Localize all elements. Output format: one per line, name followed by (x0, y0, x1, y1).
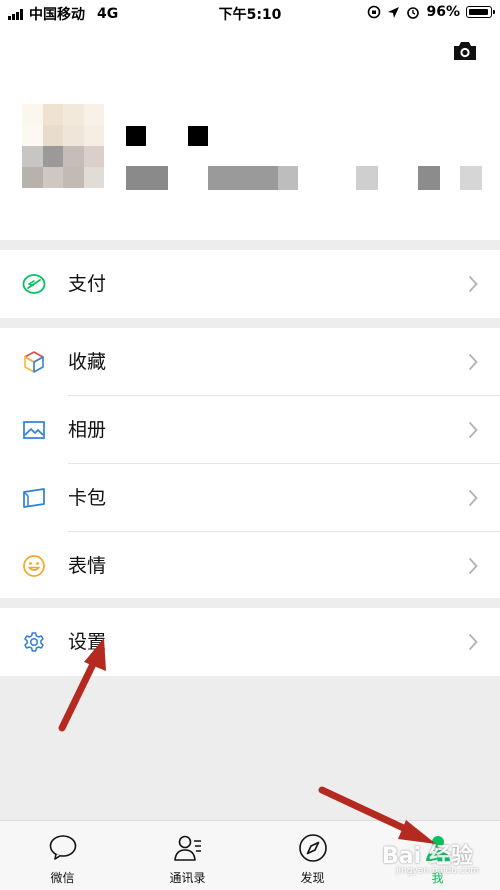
nickname-redacted (126, 126, 216, 148)
wechat-id-redacted (126, 166, 486, 190)
tab-label-discover: 发现 (300, 871, 325, 885)
avatar-pixel (22, 167, 43, 188)
alarm-icon (407, 7, 420, 19)
settings-section: 设置 (0, 608, 500, 676)
pay-section: 支付 (0, 250, 500, 318)
profile-header[interactable] (0, 26, 500, 240)
avatar[interactable] (22, 104, 104, 188)
camera-icon[interactable] (452, 40, 478, 62)
avatar-pixel (83, 167, 104, 188)
status-bar: 中国移动 4G 下午5:10 96% (0, 0, 500, 26)
main-menu-section: 收藏 相册 卡包 表情 (0, 328, 500, 598)
menu-item-settings[interactable]: 设置 (0, 608, 500, 676)
avatar-pixel (22, 104, 43, 125)
chevron-right-icon (468, 353, 478, 371)
avatar-pixel (22, 146, 43, 167)
avatar-pixel (42, 167, 63, 188)
menu-item-album[interactable]: 相册 (0, 396, 500, 464)
gear-icon (24, 632, 44, 652)
menu-item-cards[interactable]: 卡包 (0, 464, 500, 532)
avatar-pixel (63, 146, 84, 167)
menu-item-pay[interactable]: 支付 (0, 250, 500, 318)
chevron-right-icon (468, 489, 478, 507)
battery-percent: 96% (426, 4, 460, 20)
compass-icon (299, 834, 327, 862)
menu-label-settings: 设置 (68, 631, 107, 653)
avatar-pixel (22, 125, 43, 146)
tab-chats[interactable]: 微信 (0, 821, 125, 890)
contacts-icon (174, 835, 201, 861)
avatar-pixel (42, 104, 63, 125)
tab-label-chats: 微信 (50, 871, 75, 885)
orientation-lock-icon (368, 5, 381, 19)
wallet-icon (23, 488, 45, 508)
picture-icon (23, 421, 45, 439)
avatar-pixel (83, 125, 104, 146)
location-icon (388, 6, 400, 18)
tab-discover[interactable]: 发现 (250, 821, 375, 890)
watermark-subtext: jingyan.baidu.com (396, 866, 480, 876)
chevron-right-icon (468, 421, 478, 439)
chevron-right-icon (468, 557, 478, 575)
avatar-pixel (63, 167, 84, 188)
menu-item-stickers[interactable]: 表情 (0, 532, 500, 600)
smiley-icon (23, 555, 45, 577)
menu-label-album: 相册 (68, 419, 107, 441)
tab-label-contacts: 通讯录 (169, 871, 206, 885)
avatar-pixel (83, 146, 104, 167)
pay-icon (22, 274, 46, 294)
menu-label-stickers: 表情 (68, 555, 107, 577)
menu-label-pay: 支付 (68, 273, 107, 295)
tab-contacts[interactable]: 通讯录 (125, 821, 250, 890)
chat-bubble-icon (49, 835, 77, 860)
menu-item-favorites[interactable]: 收藏 (0, 328, 500, 396)
menu-label-favorites: 收藏 (68, 351, 107, 373)
battery-icon (466, 6, 495, 18)
avatar-pixel (63, 125, 84, 146)
avatar-pixel (42, 125, 63, 146)
avatar-pixel (63, 104, 84, 125)
cube-icon (24, 351, 44, 373)
chevron-right-icon (468, 633, 478, 651)
avatar-pixel (42, 146, 63, 167)
status-right: 96% (367, 4, 495, 20)
avatar-pixel (83, 104, 104, 125)
menu-label-cards: 卡包 (68, 487, 107, 509)
chevron-right-icon (468, 275, 478, 293)
